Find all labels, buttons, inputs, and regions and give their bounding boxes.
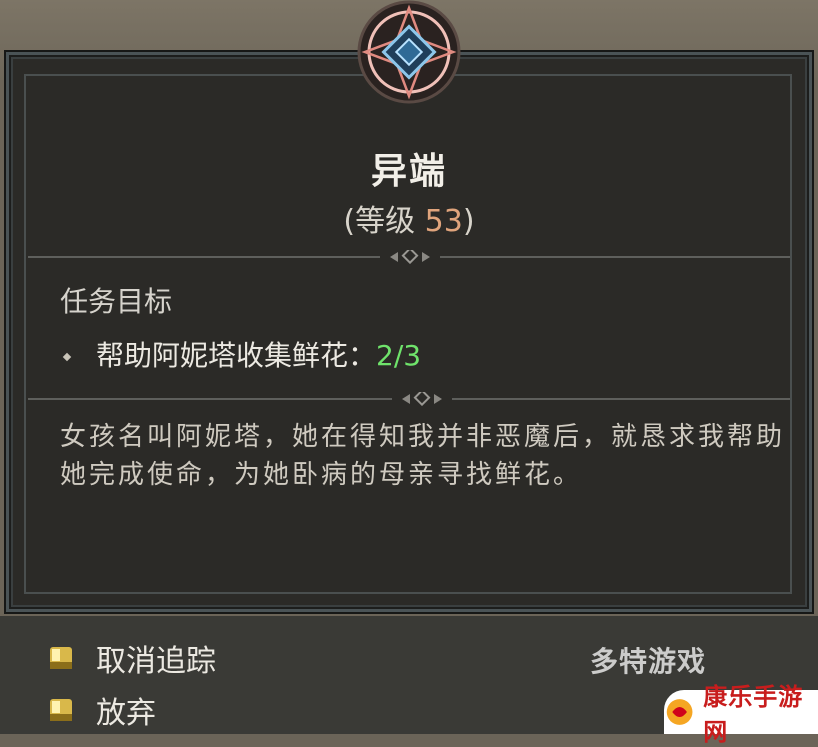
mouse-key-icon: [50, 699, 72, 721]
divider-ornament-icon: [392, 392, 452, 406]
objective-text: 帮助阿妮塔收集鲜花：: [96, 339, 377, 372]
brand-watermark-text: 多特游戏: [590, 645, 707, 678]
bullet-icon: [62, 352, 72, 362]
site-logo-icon: [666, 699, 693, 725]
divider-ornament-icon: [380, 250, 440, 264]
untrack-label: 取消追踪: [96, 644, 216, 679]
site-watermark-text: 康乐手游网: [703, 683, 804, 746]
abandon-label: 放弃: [96, 696, 156, 731]
level-suffix: ): [462, 204, 475, 239]
objective-item: 帮助阿妮塔收集鲜花：2/3: [62, 334, 422, 374]
objective-progress: 2/3: [376, 339, 422, 372]
quest-title: 异端: [370, 150, 447, 192]
quest-level: (等级 53): [0, 196, 818, 240]
objectives-header: 任务目标: [60, 285, 173, 318]
abandon-button[interactable]: 放弃: [48, 690, 156, 731]
brand-watermark: 多特游戏: [590, 640, 706, 680]
quest-description: 女孩名叫阿妮塔，她在得知我并非恶魔后，就恳求我帮助她完成使命，为她卧病的母亲寻找…: [60, 422, 786, 490]
untrack-button[interactable]: 取消追踪: [48, 638, 216, 679]
quest-emblem-icon: [357, 0, 461, 104]
site-watermark: 康乐手游网: [664, 683, 818, 746]
level-number: 53: [424, 204, 463, 239]
level-prefix: (等级: [343, 204, 425, 239]
mouse-key-icon: [50, 647, 72, 669]
